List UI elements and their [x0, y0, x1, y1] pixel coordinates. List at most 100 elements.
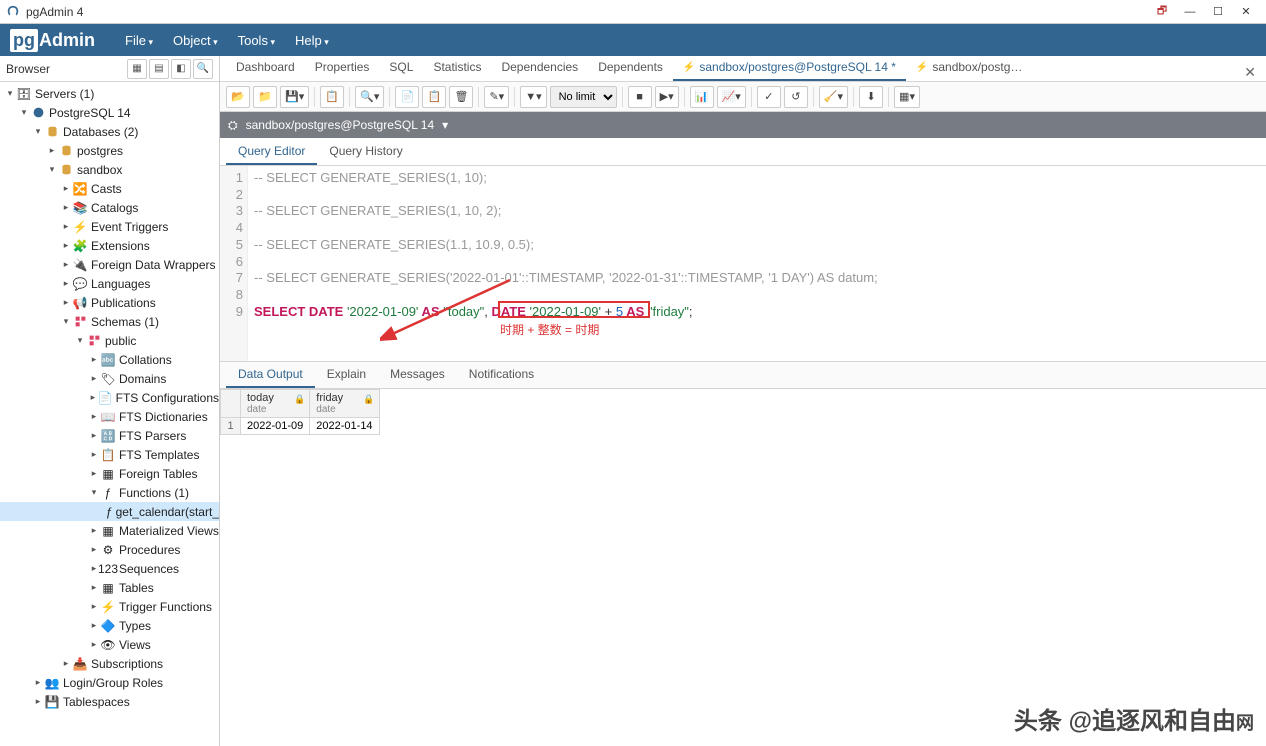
lock-icon: 🔒: [294, 394, 305, 405]
tab-query-history[interactable]: Query History: [317, 139, 414, 165]
tree-public[interactable]: ▾public: [0, 331, 219, 350]
toolbar-commit[interactable]: ✓: [757, 86, 781, 108]
annotation-text: 时期 + 整数 = 时期: [500, 322, 599, 339]
menu-object[interactable]: Object: [163, 27, 228, 54]
tree-schemas[interactable]: ▾Schemas (1): [0, 312, 219, 331]
toolbar-paste[interactable]: 📋: [422, 86, 446, 108]
tree-func-get-calendar[interactable]: ƒget_calendar(start_: [0, 502, 219, 521]
result-grid[interactable]: todaydate🔒 fridaydate🔒 1 2022-01-09 2022…: [220, 389, 1266, 435]
tree-extensions[interactable]: ▸🧩Extensions: [0, 236, 219, 255]
tree-event-triggers[interactable]: ▸⚡Event Triggers: [0, 217, 219, 236]
schema-icon: [72, 315, 88, 329]
tree-login-roles[interactable]: ▸👥Login/Group Roles: [0, 673, 219, 692]
sql-editor[interactable]: 123456789 -- SELECT GENERATE_SERIES(1, 1…: [220, 166, 1266, 361]
tab-messages[interactable]: Messages: [378, 362, 457, 388]
row-number: 1: [221, 418, 241, 435]
close-icon[interactable]: ✕: [1232, 2, 1260, 22]
tab-statistics[interactable]: Statistics: [423, 55, 491, 81]
toolbar-copy[interactable]: 📄: [395, 86, 419, 108]
menu-tools[interactable]: Tools: [228, 27, 285, 54]
menu-file[interactable]: File: [115, 27, 163, 54]
toolbar-execute[interactable]: ▶▾: [655, 86, 679, 108]
tree-subscriptions[interactable]: ▸📥Subscriptions: [0, 654, 219, 673]
tab-sql[interactable]: SQL: [379, 55, 423, 81]
tab-dependencies[interactable]: Dependencies: [491, 55, 588, 81]
tree-fdw[interactable]: ▸🔌Foreign Data Wrappers: [0, 255, 219, 274]
tab-explain[interactable]: Explain: [315, 362, 378, 388]
toolbar-find[interactable]: 🔍▾: [355, 86, 384, 108]
browser-btn-2[interactable]: ▤: [149, 59, 169, 79]
tab-notifications[interactable]: Notifications: [457, 362, 546, 388]
toolbar-delete[interactable]: 🗑: [449, 86, 473, 108]
cell-today[interactable]: 2022-01-09: [241, 418, 310, 435]
tree-db-sandbox[interactable]: ▾sandbox: [0, 160, 219, 179]
tree-procedures[interactable]: ▸⚙Procedures: [0, 540, 219, 559]
tree-fts-dict[interactable]: ▸📖FTS Dictionaries: [0, 407, 219, 426]
table-row[interactable]: 1 2022-01-09 2022-01-14: [221, 418, 380, 435]
toolbar-rollback[interactable]: ↺: [784, 86, 808, 108]
tree-catalogs[interactable]: ▸📚Catalogs: [0, 198, 219, 217]
tree-collations[interactable]: ▸🔤Collations: [0, 350, 219, 369]
browser-tree[interactable]: ▾🗄Servers (1) ▾PostgreSQL 14 ▾Databases …: [0, 82, 219, 746]
tab-dashboard[interactable]: Dashboard: [226, 55, 305, 81]
col-friday[interactable]: fridaydate🔒: [310, 390, 379, 418]
lock-icon: 🔒: [363, 394, 374, 405]
tree-db-postgres[interactable]: ▸postgres: [0, 141, 219, 160]
tab-close-icon[interactable]: ✕: [1234, 64, 1266, 81]
toolbar-filter[interactable]: ▼▾: [520, 86, 546, 108]
tab-query-editor[interactable]: Query Editor: [226, 139, 317, 165]
tab-querytool-2[interactable]: ⚡sandbox/postg…: [906, 55, 1033, 81]
tab-querytool-active[interactable]: ⚡sandbox/postgres@PostgreSQL 14 *: [673, 55, 906, 81]
tree-fts-templates[interactable]: ▸📋FTS Templates: [0, 445, 219, 464]
toolbar-stop[interactable]: ■: [628, 86, 652, 108]
view-icon: 👁: [100, 638, 116, 652]
tree-fts-parsers[interactable]: ▸🔠FTS Parsers: [0, 426, 219, 445]
toolbar-edit[interactable]: ✎▾: [484, 86, 509, 108]
browser-search-icon[interactable]: 🔍: [193, 59, 213, 79]
browser-btn-1[interactable]: ▦: [127, 59, 147, 79]
tree-foreign-tables[interactable]: ▸▦Foreign Tables: [0, 464, 219, 483]
maximize-icon[interactable]: ☐: [1204, 2, 1232, 22]
toolbar-save[interactable]: 💾▾: [280, 86, 309, 108]
toolbar-explain[interactable]: 📊: [690, 86, 714, 108]
tree-tablespaces[interactable]: ▸💾Tablespaces: [0, 692, 219, 711]
restore-icon[interactable]: 🗗: [1148, 2, 1176, 22]
tree-trigger-functions[interactable]: ▸⚡Trigger Functions: [0, 597, 219, 616]
toolbar-open-file[interactable]: 📂: [226, 86, 250, 108]
toolbar-clear[interactable]: 🧹▾: [819, 86, 848, 108]
tab-dependents[interactable]: Dependents: [588, 55, 673, 81]
tree-databases[interactable]: ▾Databases (2): [0, 122, 219, 141]
tree-domains[interactable]: ▸🏷Domains: [0, 369, 219, 388]
tree-views[interactable]: ▸👁Views: [0, 635, 219, 654]
chevron-down-icon[interactable]: ▾: [442, 118, 448, 132]
toolbar-download[interactable]: ⬇: [859, 86, 883, 108]
tree-sequences[interactable]: ▸123Sequences: [0, 559, 219, 578]
tree-functions[interactable]: ▾ƒFunctions (1): [0, 483, 219, 502]
database-icon: [58, 163, 74, 177]
tree-mat-views[interactable]: ▸▦Materialized Views: [0, 521, 219, 540]
browser-btn-3[interactable]: ◧: [171, 59, 191, 79]
fts-template-icon: 📋: [100, 448, 116, 462]
foreign-table-icon: ▦: [100, 467, 116, 481]
tree-tables[interactable]: ▸▦Tables: [0, 578, 219, 597]
minimize-icon[interactable]: —: [1176, 2, 1204, 22]
toolbar-copy-sql[interactable]: 📋: [320, 86, 344, 108]
cell-friday[interactable]: 2022-01-14: [310, 418, 379, 435]
toolbar-limit-select[interactable]: No limit: [550, 86, 617, 108]
tree-servers[interactable]: ▾🗄Servers (1): [0, 84, 219, 103]
tree-publications[interactable]: ▸📢Publications: [0, 293, 219, 312]
tree-languages[interactable]: ▸💬Languages: [0, 274, 219, 293]
code-area[interactable]: -- SELECT GENERATE_SERIES(1, 10); -- SEL…: [248, 166, 1266, 361]
tree-types[interactable]: ▸🔷Types: [0, 616, 219, 635]
tab-properties[interactable]: Properties: [305, 55, 380, 81]
toolbar-folder[interactable]: 📁: [253, 86, 277, 108]
toolbar-macros[interactable]: ▦▾: [894, 86, 920, 108]
col-today[interactable]: todaydate🔒: [241, 390, 310, 418]
tree-casts[interactable]: ▸🔀Casts: [0, 179, 219, 198]
menu-help[interactable]: Help: [285, 27, 339, 54]
tree-fts-conf[interactable]: ▸📄FTS Configurations: [0, 388, 219, 407]
toolbar-explain-analyze[interactable]: 📈▾: [717, 86, 746, 108]
connection-label[interactable]: sandbox/postgres@PostgreSQL 14: [246, 118, 435, 132]
tree-pg14[interactable]: ▾PostgreSQL 14: [0, 103, 219, 122]
casts-icon: 🔀: [72, 182, 88, 196]
